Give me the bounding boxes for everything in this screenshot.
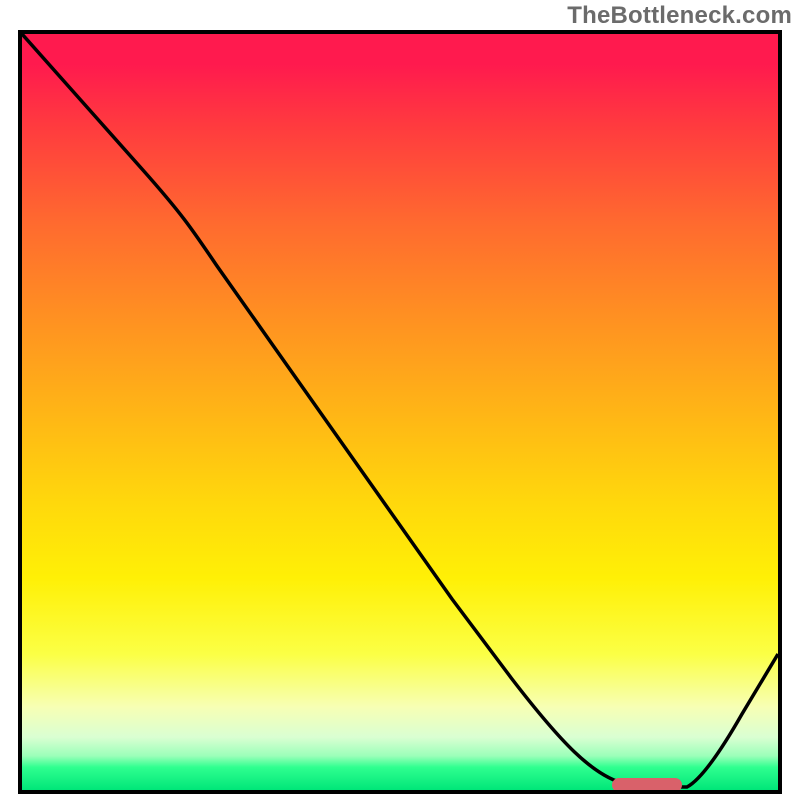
watermark-text: TheBottleneck.com (567, 2, 792, 30)
chart-container: TheBottleneck.com (0, 0, 800, 800)
plot-area (18, 30, 782, 794)
bottleneck-curve (22, 34, 778, 790)
optimal-marker (612, 778, 682, 792)
curve-path (22, 34, 778, 787)
